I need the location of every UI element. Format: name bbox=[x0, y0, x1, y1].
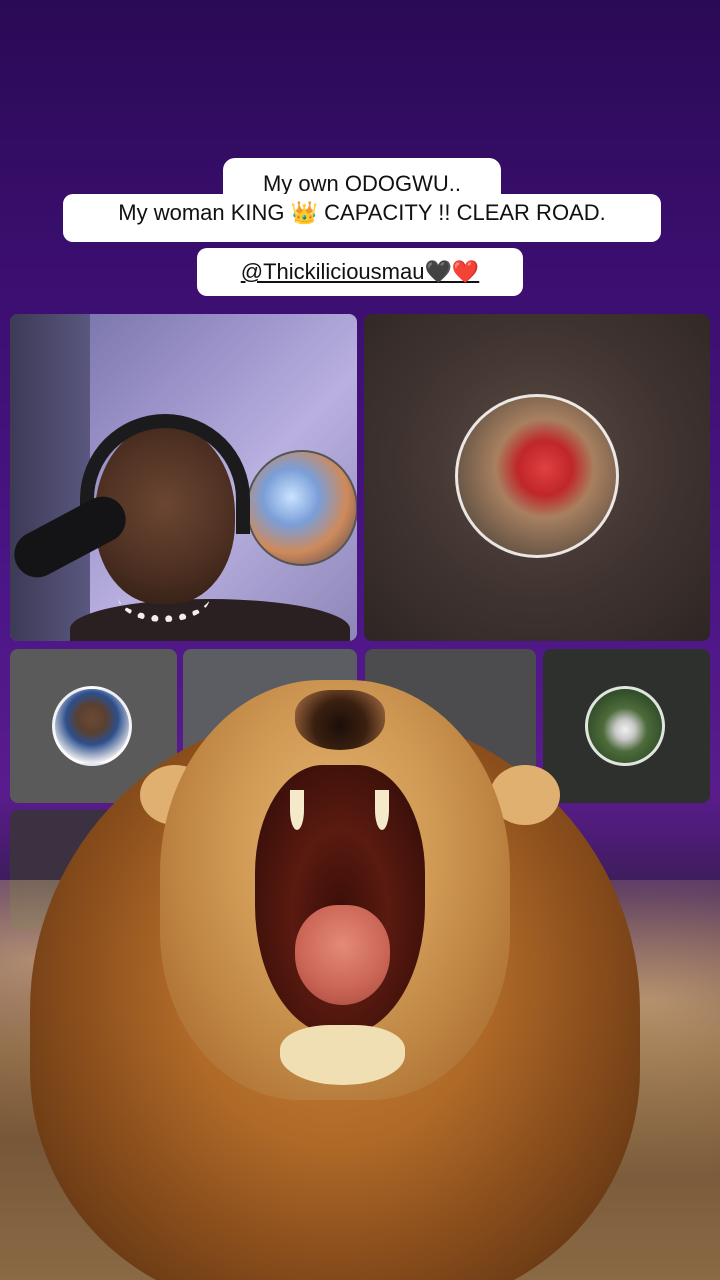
caption-line-2: My woman KING 👑 CAPACITY !! CLEAR ROAD. bbox=[63, 194, 661, 242]
main-speaker-tile[interactable] bbox=[10, 314, 357, 641]
caption-mention[interactable]: @Thickiliciousmau🖤❤️ bbox=[197, 248, 523, 296]
lion-fang-right bbox=[375, 790, 389, 830]
lion-fang-left bbox=[290, 790, 304, 830]
background-door bbox=[10, 314, 90, 641]
background-mirror bbox=[246, 450, 357, 566]
co-host-tile[interactable] bbox=[364, 314, 710, 641]
lion-tongue bbox=[295, 905, 390, 1005]
lion-gift-effect bbox=[30, 670, 640, 1280]
speaker-shoulders bbox=[70, 599, 350, 641]
pearl-necklace bbox=[118, 572, 210, 622]
mention-link[interactable]: @Thickiliciousmau🖤❤️ bbox=[241, 259, 480, 284]
co-host-avatar[interactable] bbox=[455, 394, 619, 558]
lion-chin bbox=[280, 1025, 405, 1085]
lion-nose bbox=[295, 690, 385, 750]
